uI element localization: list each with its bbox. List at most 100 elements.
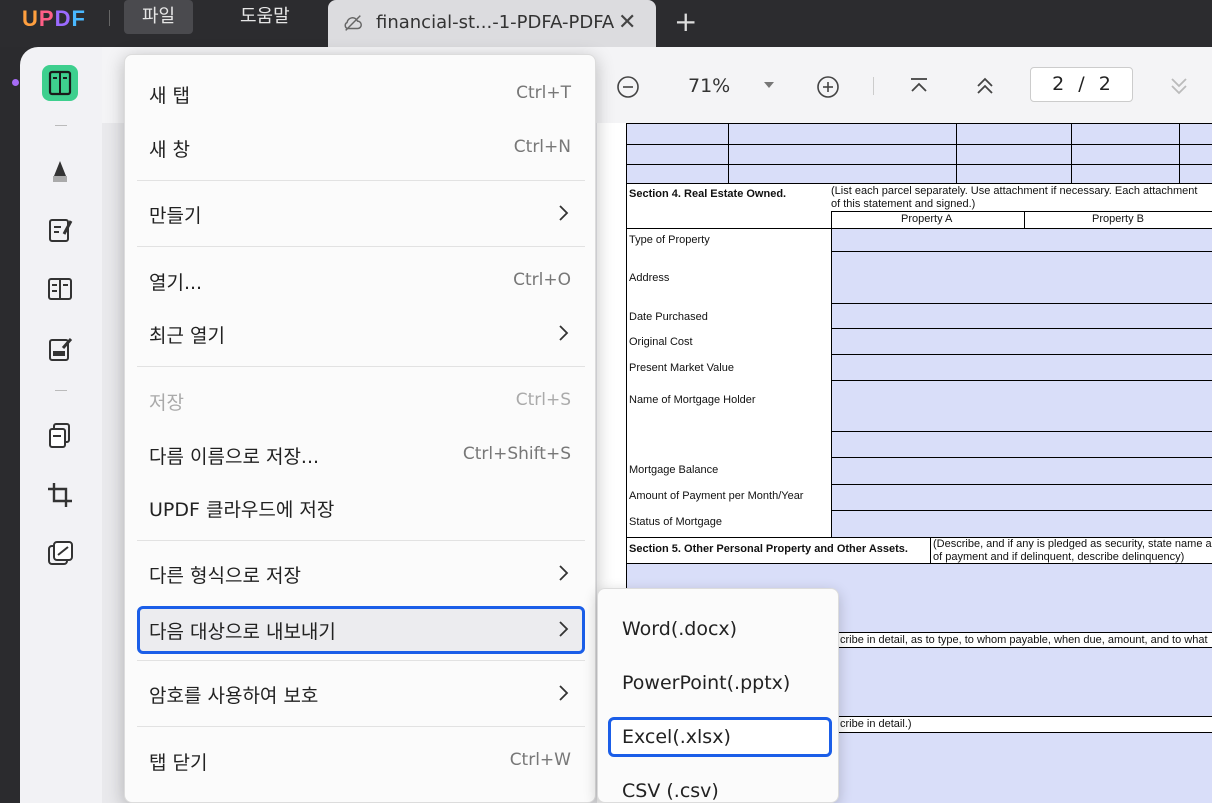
menu-item-open-recent[interactable]: 최근 열기 — [137, 311, 585, 357]
row-label: Name of Mortgage Holder — [629, 394, 756, 406]
menu-item-shortcut: Ctrl+T — [516, 83, 571, 103]
menu-separator — [137, 366, 585, 367]
menu-item-open[interactable]: 열기... Ctrl+O — [137, 258, 585, 304]
export-option-label: Excel(.xlsx) — [622, 726, 731, 748]
file-menu-button[interactable]: 파일 — [124, 0, 194, 34]
menu-item-new-window[interactable]: 새 창 Ctrl+N — [137, 125, 585, 171]
updf-logo: UPDF — [22, 6, 86, 31]
toolbar-divider — [873, 77, 874, 95]
chevron-right-icon — [559, 621, 569, 637]
menu-item-shortcut: Ctrl+S — [515, 390, 571, 410]
chevron-right-icon — [559, 685, 569, 701]
menu-separator — [137, 246, 585, 247]
page-separator: / — [1078, 73, 1085, 95]
menu-item-new-tab[interactable]: 새 탭 Ctrl+T — [137, 71, 585, 117]
section4-note: (List each parcel separately. Use attach… — [831, 185, 1198, 197]
zoom-dropdown-icon[interactable] — [762, 79, 776, 91]
menu-item-protect-with-password[interactable]: 암호를 사용하여 보호 — [137, 671, 585, 717]
menu-item-shortcut: Ctrl+N — [513, 137, 571, 157]
next-page-icon[interactable] — [1168, 75, 1190, 97]
divider — [109, 10, 110, 26]
menu-item-label: 새 창 — [149, 139, 190, 161]
zoom-out-icon[interactable] — [616, 75, 640, 99]
row-label: Status of Mortgage — [629, 516, 722, 528]
property-a-header: Property A — [901, 213, 953, 225]
menu-item-label: 다음 대상으로 내보내기 — [149, 621, 336, 643]
row-label: Amount of Payment per Month/Year — [629, 490, 804, 502]
menu-item-create[interactable]: 만들기 — [137, 191, 585, 237]
menu-item-label: 최근 열기 — [149, 325, 225, 347]
menu-item-shortcut: Ctrl+W — [509, 750, 571, 770]
menu-item-label: 만들기 — [149, 205, 202, 227]
section4-note-2: of this statement and signed.) — [831, 198, 976, 210]
total-pages: 2 — [1098, 73, 1111, 95]
menu-separator — [137, 726, 585, 727]
menu-item-shortcut: Ctrl+Shift+S — [462, 444, 571, 464]
section6-note: cribe in detail, as to type, to whom pay… — [840, 634, 1208, 646]
cloud-off-icon — [344, 15, 362, 31]
menu-separator — [137, 540, 585, 541]
row-label: Present Market Value — [629, 362, 734, 374]
export-option-label: PowerPoint(.pptx) — [622, 672, 791, 694]
menu-item-save-as-other[interactable]: 다른 형식으로 저장 — [137, 551, 585, 597]
row-label: Address — [629, 272, 670, 284]
help-menu-button[interactable]: 도움말 — [222, 0, 308, 34]
current-page: 2 — [1052, 73, 1065, 95]
first-page-icon[interactable] — [908, 75, 930, 97]
export-option-label: Word(.docx) — [622, 618, 738, 640]
menu-item-label: 다름 이름으로 저장... — [149, 446, 320, 468]
row-label: Type of Property — [629, 234, 710, 246]
previous-page-icon[interactable] — [974, 75, 996, 97]
row-label: Mortgage Balance — [629, 464, 719, 476]
chevron-right-icon — [559, 325, 569, 341]
crop-icon[interactable] — [42, 477, 78, 513]
highlighter-icon[interactable] — [42, 152, 78, 188]
section5-title: Section 5. Other Personal Property and O… — [629, 543, 908, 555]
export-option-label: CSV (.csv) — [622, 780, 719, 802]
export-submenu: Word(.docx) PowerPoint(.pptx) Excel(.xls… — [597, 588, 839, 803]
zoom-level[interactable]: 71% — [688, 75, 730, 97]
menu-item-save[interactable]: 저장 Ctrl+S — [137, 378, 585, 424]
page-number-input[interactable]: 2 / 2 — [1030, 67, 1133, 102]
menu-item-label: 새 탭 — [149, 85, 190, 107]
section5-note: (Describe, and if any is pledged as secu… — [933, 538, 1212, 550]
export-csv[interactable]: CSV (.csv) — [608, 771, 832, 803]
section7-note: cribe in detail.) — [840, 718, 912, 730]
document-tab[interactable]: financial-st...-1-PDFA-PDFA ✕ — [328, 0, 656, 47]
menu-item-save-to-cloud[interactable]: UPDF 클라우드에 저장 — [137, 485, 585, 531]
menu-item-label: 저장 — [149, 392, 184, 414]
stamp-icon[interactable] — [42, 536, 78, 572]
page-layout-icon[interactable] — [42, 271, 78, 307]
section4-title: Section 4. Real Estate Owned. — [629, 188, 787, 200]
menu-separator — [137, 180, 585, 181]
zoom-in-icon[interactable] — [816, 75, 840, 99]
reader-icon[interactable] — [42, 65, 78, 101]
export-excel[interactable]: Excel(.xlsx) — [608, 717, 832, 757]
sidebar-divider — [55, 390, 67, 391]
menu-item-label: 다른 형식으로 저장 — [149, 565, 301, 587]
section5-note-2: of payment and if delinquent, describe d… — [933, 551, 1185, 563]
left-tool-sidebar — [20, 47, 102, 803]
new-tab-icon[interactable]: + — [674, 2, 697, 42]
close-tab-icon[interactable]: ✕ — [618, 0, 636, 46]
menu-item-label: 탭 닫기 — [149, 752, 208, 774]
form-fill-icon[interactable] — [42, 331, 78, 367]
indicator-dot — [12, 79, 19, 86]
sidebar-divider — [55, 125, 67, 126]
menu-item-label: 암호를 사용하여 보호 — [149, 685, 319, 707]
organize-pages-icon[interactable] — [42, 417, 78, 453]
menu-item-label: 열기... — [149, 272, 203, 294]
menu-separator — [137, 660, 585, 661]
chevron-right-icon — [559, 565, 569, 581]
menu-item-close-tab[interactable]: 탭 닫기 Ctrl+W — [137, 738, 585, 784]
export-powerpoint[interactable]: PowerPoint(.pptx) — [608, 663, 832, 703]
menu-item-export-to[interactable]: 다음 대상으로 내보내기 — [137, 606, 585, 654]
export-word[interactable]: Word(.docx) — [608, 609, 832, 649]
file-dropdown-menu: 새 탭 Ctrl+T 새 창 Ctrl+N 만들기 열기... Ctrl+O 최… — [124, 54, 596, 803]
row-label: Original Cost — [629, 336, 693, 348]
edit-pdf-icon[interactable] — [42, 212, 78, 248]
document-tab-title: financial-st...-1-PDFA-PDFA — [376, 12, 615, 33]
row-label: Date Purchased — [629, 311, 708, 323]
menu-item-label: UPDF 클라우드에 저장 — [149, 499, 335, 521]
menu-item-save-as[interactable]: 다름 이름으로 저장... Ctrl+Shift+S — [137, 432, 585, 478]
